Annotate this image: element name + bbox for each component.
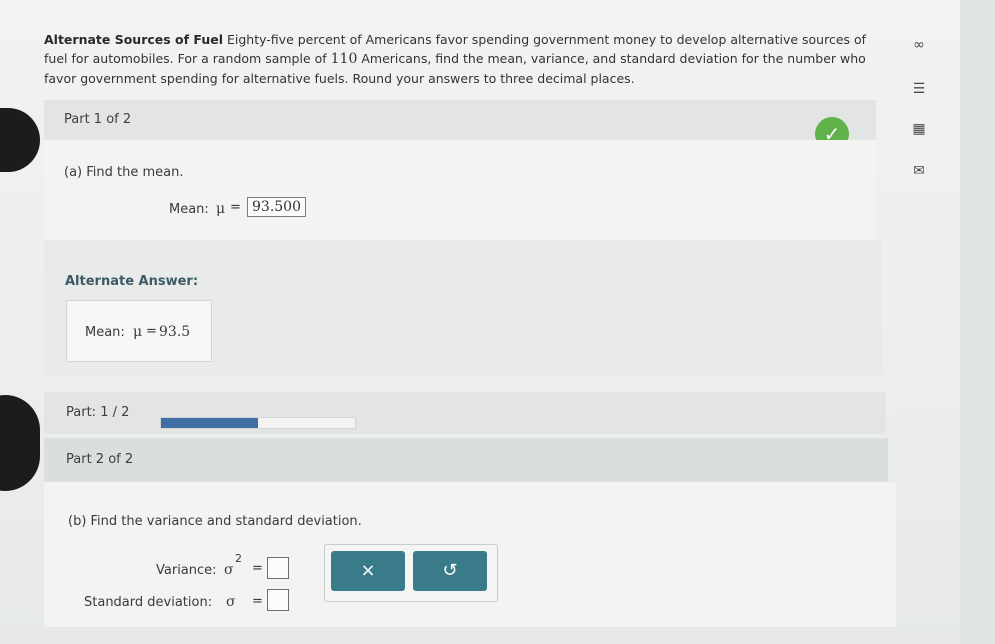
part1-panel: (a) Find the mean. Mean: μ = 93.500	[44, 140, 876, 240]
alt-equals: =	[146, 324, 157, 339]
sigma-squared-symbol: σ	[224, 562, 234, 578]
variance-label: Variance:	[156, 563, 217, 578]
mean-label: Mean:	[169, 202, 209, 217]
alt-mu-symbol: μ	[133, 324, 143, 340]
mail-icon[interactable]: ✉	[908, 162, 930, 180]
mean-answer-box[interactable]: 93.500	[247, 197, 306, 217]
worksheet: Alternate Sources of Fuel Eighty-five pe…	[0, 0, 960, 644]
sd-input[interactable]	[267, 589, 289, 611]
part2-question: (b) Find the variance and standard devia…	[68, 514, 362, 529]
answer-tools: × ↺	[324, 544, 498, 602]
notes-icon[interactable]: ☰	[908, 80, 930, 98]
part2-header[interactable]: Part 2 of 2	[44, 438, 888, 482]
part1-question: (a) Find the mean.	[64, 165, 184, 180]
alternate-answer-panel: Alternate Answer: Mean: μ = 93.5	[44, 240, 882, 375]
problem-title: Alternate Sources of Fuel	[44, 32, 224, 47]
part1-title: Part 1 of 2	[64, 112, 132, 127]
part2-title: Part 2 of 2	[66, 452, 134, 467]
progress-count: 1 / 2	[100, 405, 130, 420]
variance-equals: =	[252, 561, 263, 576]
variance-input[interactable]	[267, 557, 289, 579]
finger-top	[0, 108, 40, 172]
progress-track	[160, 417, 356, 429]
sd-equals: =	[252, 594, 263, 609]
part2-panel: (b) Find the variance and standard devia…	[44, 482, 896, 627]
clear-button[interactable]: ×	[331, 551, 405, 591]
sigma-symbol: σ	[226, 594, 236, 610]
undo-button[interactable]: ↺	[413, 551, 487, 591]
mu-symbol: μ	[216, 201, 226, 217]
infinity-icon[interactable]: ∞	[908, 36, 930, 54]
alternate-answer-title: Alternate Answer:	[65, 274, 199, 289]
progress-label: Part:	[66, 405, 97, 420]
progress-fill	[161, 418, 258, 428]
calculator-icon[interactable]: ▦	[908, 120, 930, 138]
variance-exponent: 2	[235, 552, 242, 565]
sd-label: Standard deviation:	[84, 595, 213, 610]
alternate-answer-card: Mean: μ = 93.5	[66, 300, 212, 362]
finger-bottom	[0, 395, 40, 491]
problem-statement: Alternate Sources of Fuel Eighty-five pe…	[44, 30, 874, 88]
mean-equals: =	[230, 200, 241, 215]
part1-header[interactable]: Part 1 of 2	[44, 100, 876, 140]
alt-mean-label: Mean:	[85, 325, 125, 340]
alt-mean-value: 93.5	[159, 324, 191, 340]
sample-size: 110	[330, 51, 358, 67]
